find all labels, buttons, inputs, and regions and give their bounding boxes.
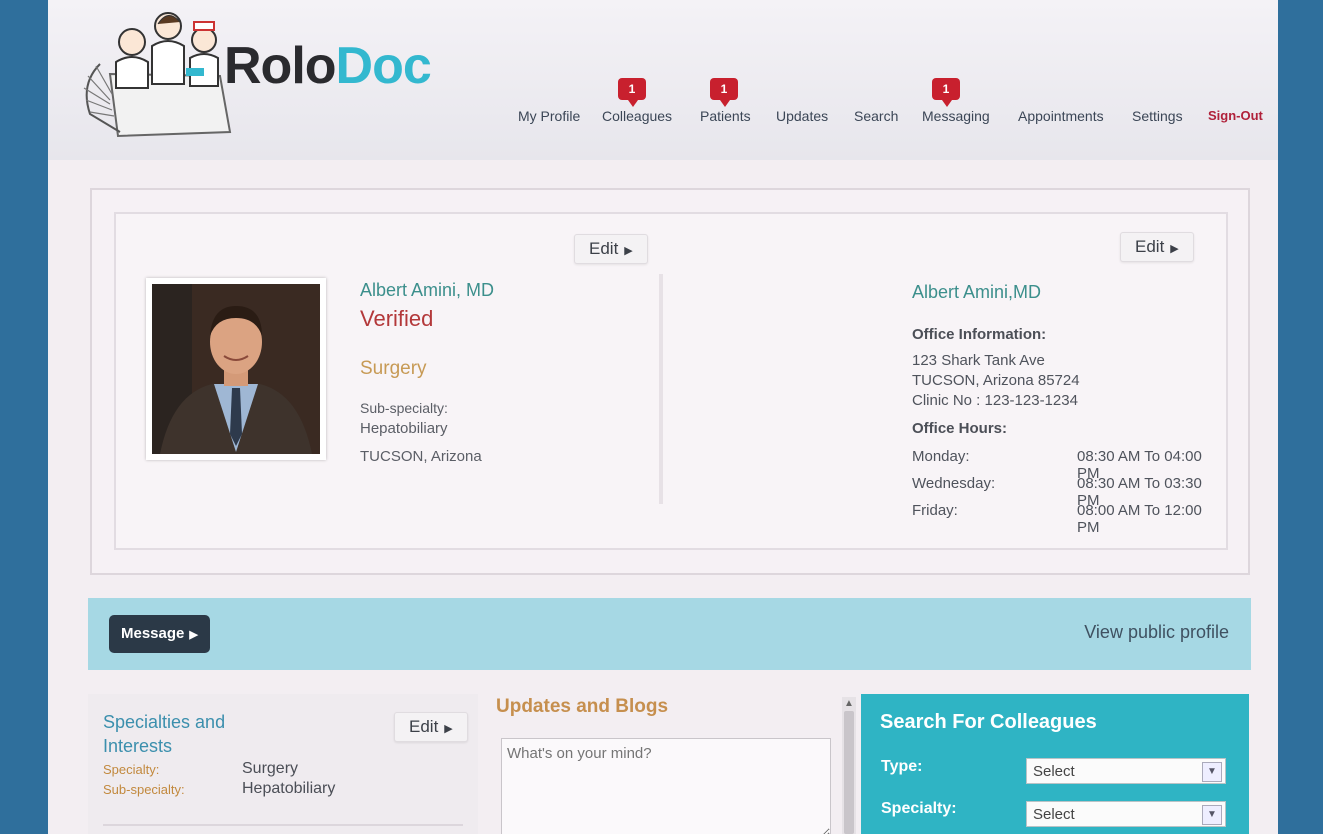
wordmark-rolo: Rolo: [224, 37, 337, 95]
nav-messaging-label: Messaging: [922, 108, 990, 124]
specialty-value: Surgery: [242, 760, 299, 777]
edit-office-label: Edit: [1135, 237, 1165, 256]
scrollbar-thumb[interactable]: [844, 711, 854, 834]
chevron-down-icon: ▼: [1202, 762, 1222, 782]
edit-profile-label: Edit: [589, 239, 619, 258]
specialty-filter-label: Specialty:: [881, 800, 957, 817]
section-divider: [103, 824, 463, 826]
subspecialty-label: Sub-specialty:: [360, 400, 448, 416]
nav-my-profile[interactable]: My Profile: [518, 108, 580, 124]
patients-notification-badge: 1: [710, 78, 738, 107]
site-header: RoloDoc My Profile 1 Colleagues 1 Patien…: [48, 0, 1278, 160]
nav-colleagues[interactable]: 1 Colleagues: [602, 78, 673, 124]
profile-panel: Edit ▶ Edit ▶ Albert Amini, MD Verified …: [90, 188, 1250, 575]
specialties-title: Specialties and Interests: [103, 712, 226, 756]
office-info-heading: Office Information:: [912, 326, 1047, 343]
wordmark-doc: Doc: [335, 37, 432, 95]
type-select[interactable]: Select ▼: [1026, 758, 1226, 784]
specialty-label: Specialty:: [103, 762, 160, 777]
office-clinic-number: Clinic No : 123-123-1234: [912, 392, 1078, 409]
office-address-line1: 123 Shark Tank Ave: [912, 352, 1045, 369]
hours-time: 08:00 AM To 12:00 PM: [1077, 502, 1202, 536]
subspecialty-value: Hepatobiliary: [242, 780, 336, 797]
message-button-label: Message: [121, 625, 185, 642]
nav-updates[interactable]: Updates: [776, 108, 828, 124]
office-hours-heading: Office Hours:: [912, 420, 1008, 437]
nav-appointments[interactable]: Appointments: [1018, 108, 1104, 124]
browser-page: RoloDoc My Profile 1 Colleagues 1 Patien…: [48, 0, 1278, 834]
edit-specialties-button[interactable]: Edit ▶: [394, 712, 468, 742]
profile-photo: [146, 278, 326, 460]
doctor-portrait-image: [152, 284, 320, 454]
nav-settings[interactable]: Settings: [1132, 108, 1183, 124]
status-update-input[interactable]: [501, 738, 831, 834]
edit-specialties-label: Edit: [409, 717, 439, 736]
panel-divider: [659, 274, 663, 504]
play-arrow-icon: ▶: [189, 629, 198, 641]
subspecialty-label: Sub-specialty:: [103, 782, 185, 797]
nav-messaging[interactable]: 1 Messaging: [922, 78, 990, 124]
view-public-profile-link[interactable]: View public profile: [1084, 622, 1229, 643]
doctor-specialty: Surgery: [360, 358, 427, 379]
edit-profile-button[interactable]: Edit ▶: [574, 234, 648, 264]
play-arrow-icon: ▶: [1170, 243, 1179, 255]
search-title: Search For Colleagues: [880, 711, 1097, 733]
play-arrow-icon: ▶: [444, 723, 453, 735]
doctor-name: Albert Amini, MD: [360, 280, 495, 300]
chevron-down-icon: ▼: [1202, 805, 1222, 825]
messaging-notification-badge: 1: [932, 78, 960, 107]
message-button[interactable]: Message ▶: [109, 615, 210, 653]
edit-office-button[interactable]: Edit ▶: [1120, 232, 1194, 262]
nav-colleagues-label: Colleagues: [602, 108, 673, 124]
specialty-select[interactable]: Select ▼: [1026, 801, 1226, 827]
nav-patients[interactable]: 1 Patients: [700, 78, 751, 124]
specialties-panel: Specialties and Interests Edit ▶ Specialt…: [88, 694, 478, 834]
hours-day: Friday:: [912, 502, 958, 519]
type-label: Type:: [881, 758, 923, 775]
nav-search[interactable]: Search: [854, 108, 898, 124]
specialty-select-value: Select: [1033, 806, 1075, 823]
subspecialty-value: Hepatobiliary: [360, 420, 448, 437]
hours-day: Wednesday:: [912, 475, 996, 492]
rolodoc-wordmark[interactable]: RoloDoc: [224, 36, 432, 96]
page-scrollbar[interactable]: ▲: [842, 697, 856, 834]
play-arrow-icon: ▶: [624, 245, 633, 257]
scroll-up-icon[interactable]: ▲: [844, 698, 854, 709]
updates-title: Updates and Blogs: [496, 696, 669, 717]
action-bar: Message ▶ View public profile: [88, 598, 1251, 670]
rolodex-logo-icon: [83, 12, 232, 138]
office-doctor-name: Albert Amini,MD: [912, 282, 1042, 302]
profile-card: Edit ▶ Edit ▶ Albert Amini, MD Verified …: [114, 212, 1228, 550]
nav-sign-out[interactable]: Sign-Out: [1208, 108, 1263, 123]
hours-day: Monday:: [912, 448, 970, 465]
type-select-value: Select: [1033, 763, 1075, 780]
verified-status: Verified: [360, 306, 434, 331]
doctor-location: TUCSON, Arizona: [360, 448, 482, 465]
office-address-line2: TUCSON, Arizona 85724: [912, 372, 1080, 389]
nav-patients-label: Patients: [700, 108, 751, 124]
colleague-search-panel: Search For Colleagues Type: Select ▼ Spe…: [861, 694, 1249, 834]
colleagues-notification-badge: 1: [618, 78, 646, 107]
